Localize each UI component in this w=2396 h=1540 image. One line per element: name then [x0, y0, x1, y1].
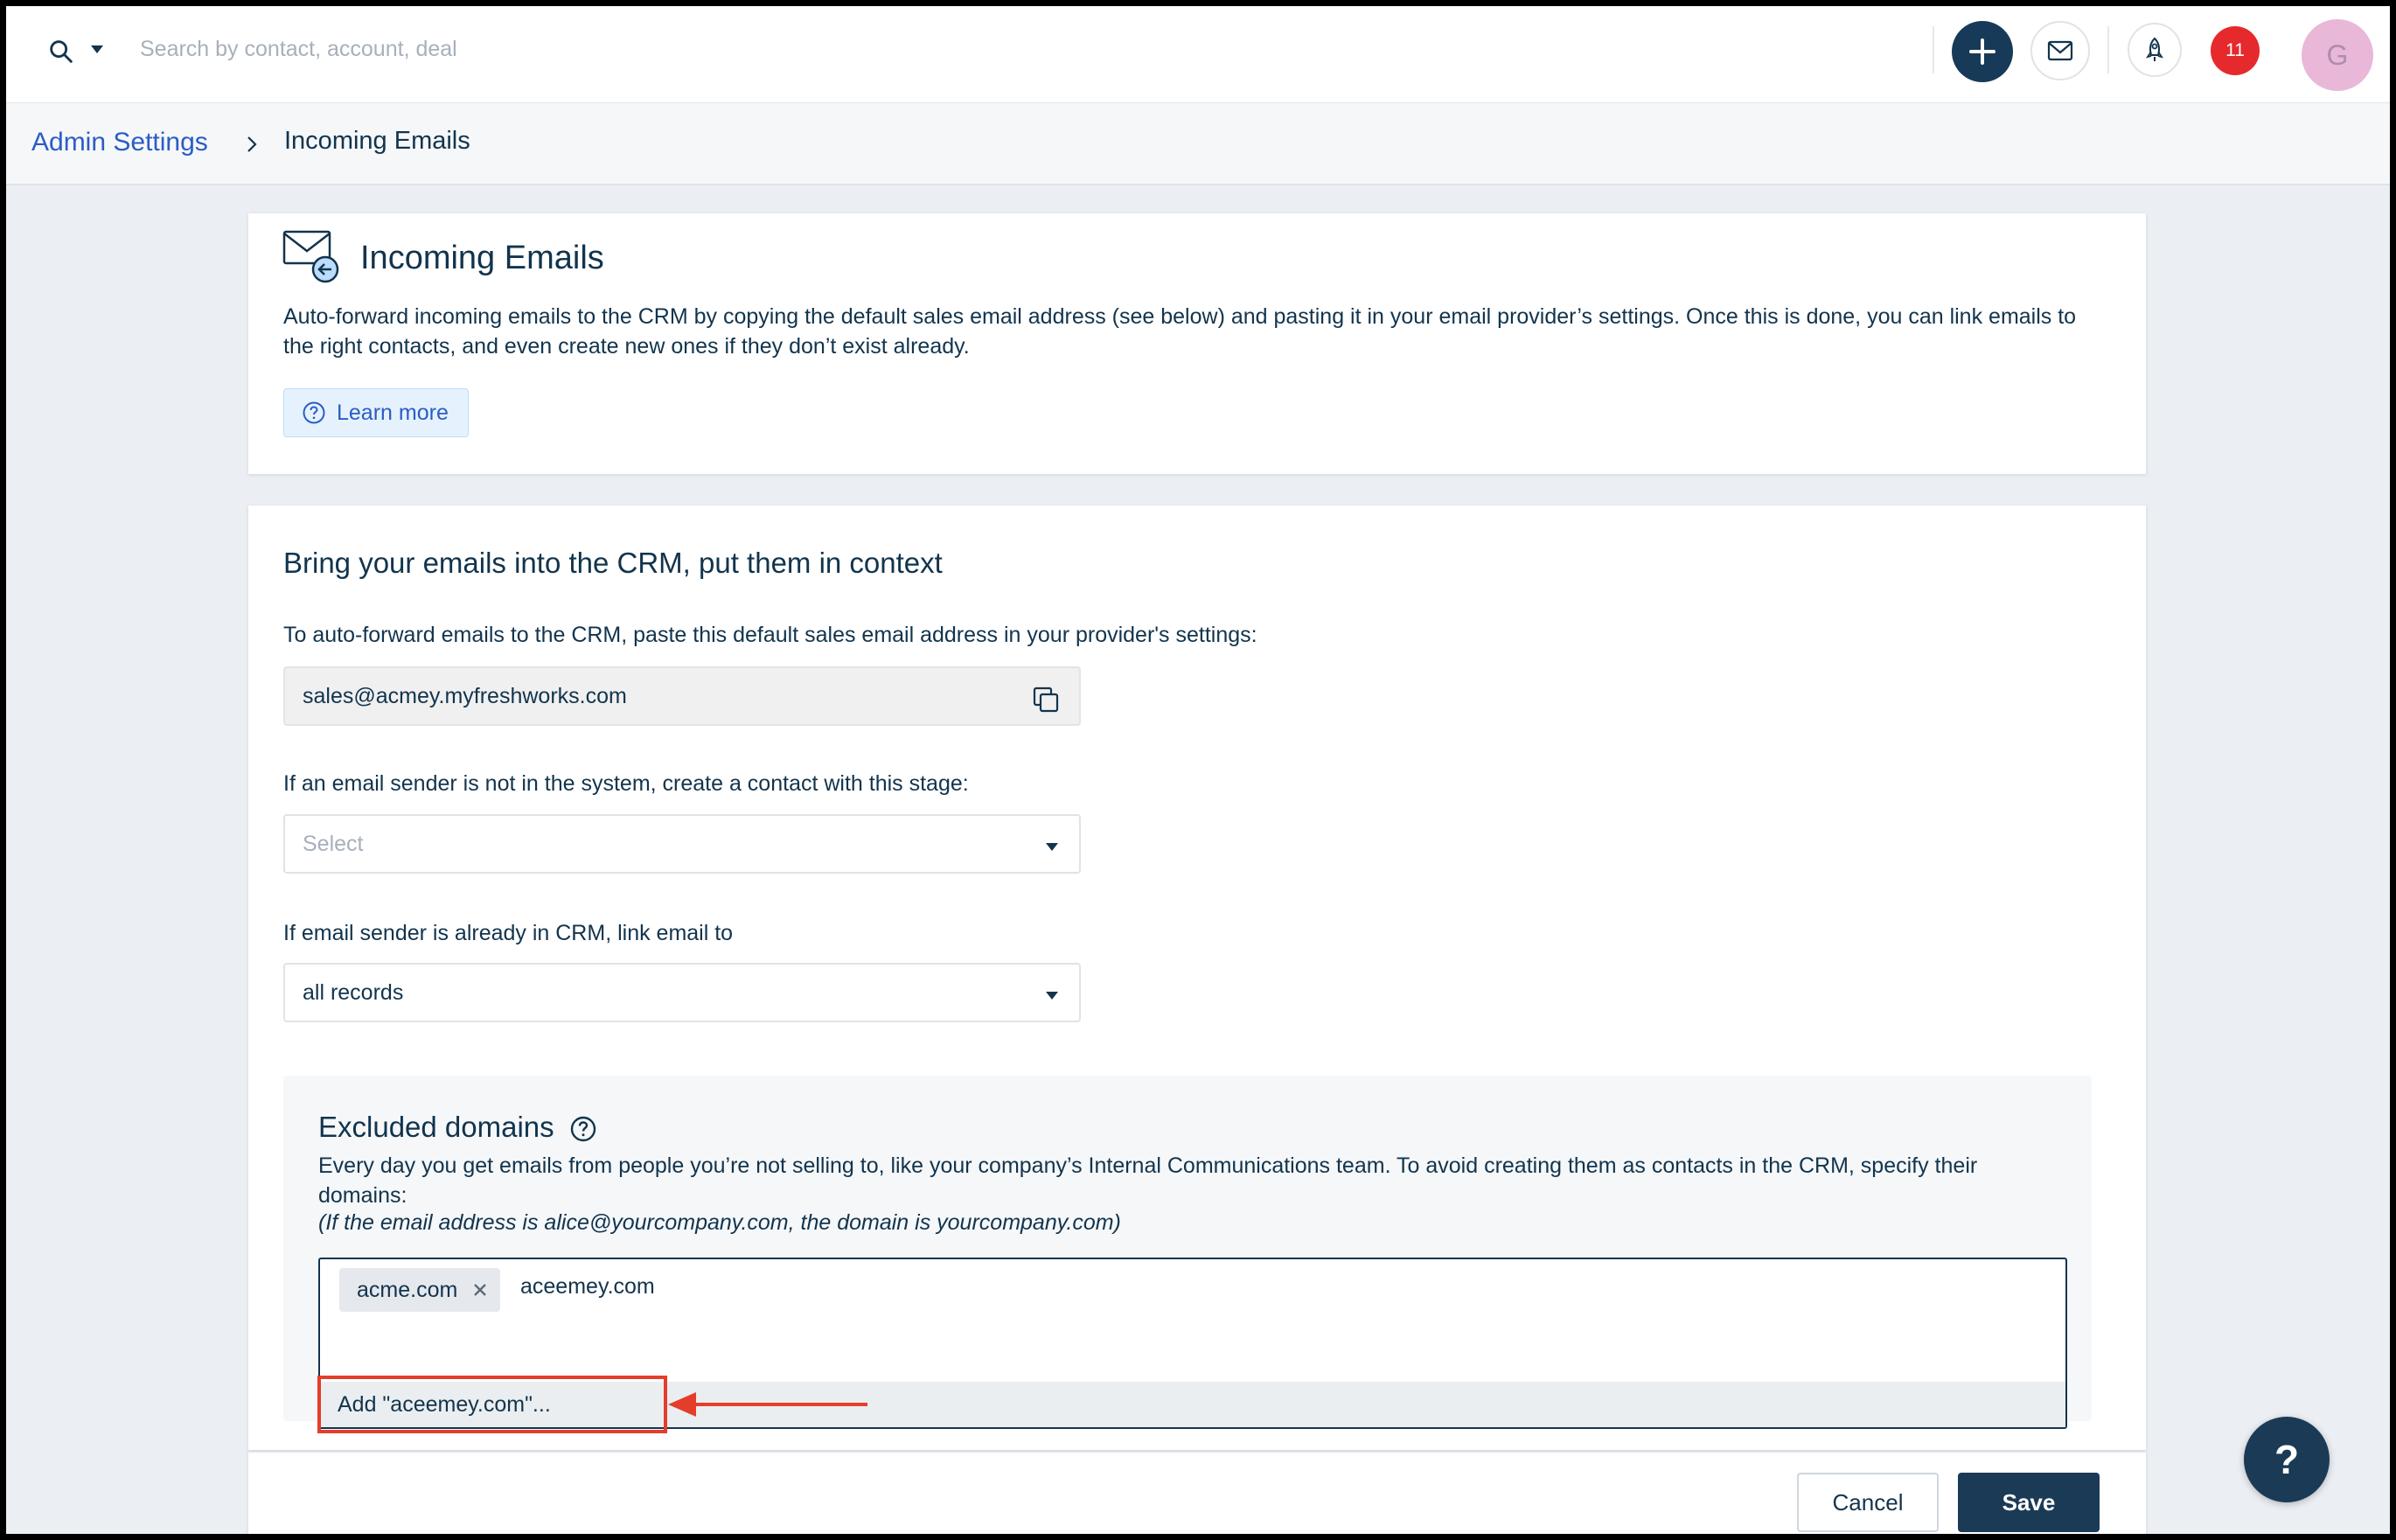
topbar-divider	[2107, 26, 2109, 73]
forward-email-label: To auto-forward emails to the CRM, paste…	[283, 623, 1257, 647]
save-button[interactable]: Save	[1958, 1473, 2100, 1532]
domain-typed-text[interactable]: aceemey.com	[520, 1274, 655, 1300]
contact-stage-label: If an email sender is not in the system,…	[283, 771, 969, 796]
excluded-domains-title: Excluded domains	[318, 1111, 554, 1143]
plus-icon	[1969, 38, 1996, 65]
incoming-mail-icon	[282, 230, 339, 283]
help-circle-icon[interactable]	[569, 1115, 597, 1143]
intro-description: Auto-forward incoming emails to the CRM …	[283, 304, 2077, 359]
forward-email-field[interactable]: sales@acmey.myfreshworks.com	[283, 666, 1081, 726]
topbar-divider	[1933, 26, 1934, 73]
section-title: Bring your emails into the CRM, put them…	[283, 547, 943, 579]
excluded-domains-description: Every day you get emails from people you…	[318, 1153, 1978, 1208]
copy-icon[interactable]	[1032, 686, 1060, 714]
excluded-domains-note: (If the email address is alice@yourcompa…	[318, 1210, 1121, 1235]
notifications-badge[interactable]: 11	[2211, 26, 2260, 75]
domain-tag-label: acme.com	[357, 1277, 458, 1302]
avatar[interactable]: G	[2302, 19, 2373, 91]
breadcrumb-current: Incoming Emails	[284, 127, 470, 155]
chevron-right-icon	[247, 136, 257, 152]
search-icon[interactable]	[46, 37, 76, 66]
close-icon[interactable]	[471, 1281, 489, 1299]
cancel-button[interactable]: Cancel	[1797, 1473, 1939, 1532]
mail-icon	[2047, 40, 2073, 61]
global-search-input[interactable]	[138, 28, 1878, 70]
link-email-value: all records	[303, 979, 404, 1005]
link-email-select[interactable]: all records	[283, 963, 1081, 1022]
quick-add-button[interactable]	[1952, 21, 2013, 82]
domain-tag: acme.com	[339, 1268, 500, 1312]
learn-more-label: Learn more	[337, 400, 449, 425]
forward-email-value: sales@acmey.myfreshworks.com	[303, 683, 627, 708]
chevron-down-icon	[1046, 992, 1058, 1000]
help-fab-button[interactable]: ?	[2244, 1417, 2330, 1502]
contact-stage-select[interactable]: Select	[283, 814, 1081, 874]
onboarding-button[interactable]	[2128, 23, 2182, 77]
page-title: Incoming Emails	[360, 240, 604, 276]
email-button[interactable]	[2030, 21, 2090, 80]
learn-more-button[interactable]: Learn more	[283, 388, 469, 437]
rocket-icon	[2145, 37, 2164, 61]
link-email-label: If email sender is already in CRM, link …	[283, 921, 734, 945]
help-circle-icon	[303, 401, 325, 424]
chevron-down-icon[interactable]	[89, 44, 105, 56]
breadcrumb-admin-settings-link[interactable]: Admin Settings	[31, 128, 208, 157]
annotation-arrow-icon	[668, 1392, 867, 1417]
contact-stage-placeholder: Select	[303, 831, 364, 856]
annotation-highlight-box	[317, 1376, 667, 1433]
chevron-down-icon	[1046, 843, 1058, 851]
